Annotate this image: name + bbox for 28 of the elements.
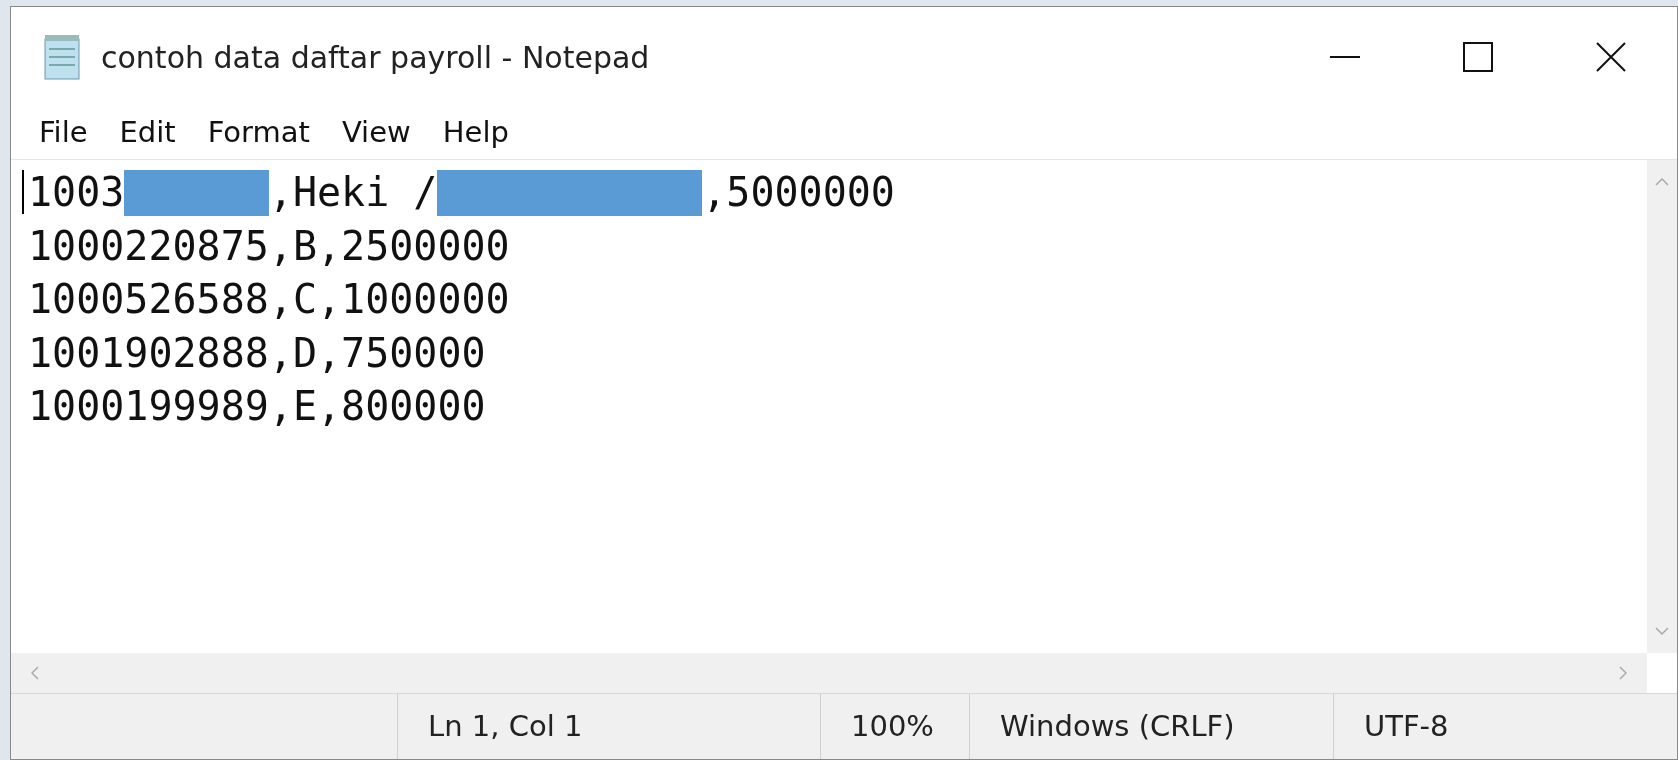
- line-text: ,5000000: [702, 168, 895, 217]
- vertical-scrollbar[interactable]: [1647, 160, 1677, 653]
- menu-item[interactable]: Help: [426, 111, 525, 155]
- menu-item[interactable]: Edit: [103, 111, 192, 155]
- status-text: UTF-8: [1364, 707, 1449, 745]
- line-text: 1000526588,C,1000000: [28, 275, 510, 324]
- line-text: 1000220875,B,2500000: [28, 221, 510, 271]
- menu-item[interactable]: File: [23, 111, 104, 155]
- status-text: 100%: [851, 707, 934, 745]
- menu-item[interactable]: Format: [191, 111, 326, 155]
- scroll-up-icon: [1655, 178, 1669, 186]
- scroll-left-icon: [31, 666, 39, 680]
- line-text: 1000199989,E,800000: [28, 382, 486, 431]
- text-cursor: [22, 170, 24, 214]
- horizontal-scrollbar[interactable]: [11, 653, 1647, 693]
- minimize-icon: [1329, 55, 1360, 59]
- maximize-icon: [1462, 42, 1493, 72]
- window-title: contoh data daftar payroll - Notepad: [101, 38, 650, 77]
- line-text: ,Heki /: [268, 168, 438, 217]
- scroll-down-icon: [1655, 627, 1669, 635]
- status-text: Ln 1, Col 1: [428, 707, 583, 745]
- text-editor[interactable]: 1003 ,Heki / ,5000000 1000220875,B,2500000 1000526588,C,1000000 1001902888,D,750000 1000199989,E,800000: [11, 160, 1647, 653]
- line-text: 1001902888,D,750000: [28, 328, 486, 378]
- scroll-right-icon: [1619, 666, 1627, 680]
- close-icon: [1595, 42, 1626, 72]
- line-text: 1003: [28, 168, 125, 217]
- menu-item[interactable]: View: [325, 111, 427, 155]
- status-text: Windows (CRLF): [1000, 707, 1235, 745]
